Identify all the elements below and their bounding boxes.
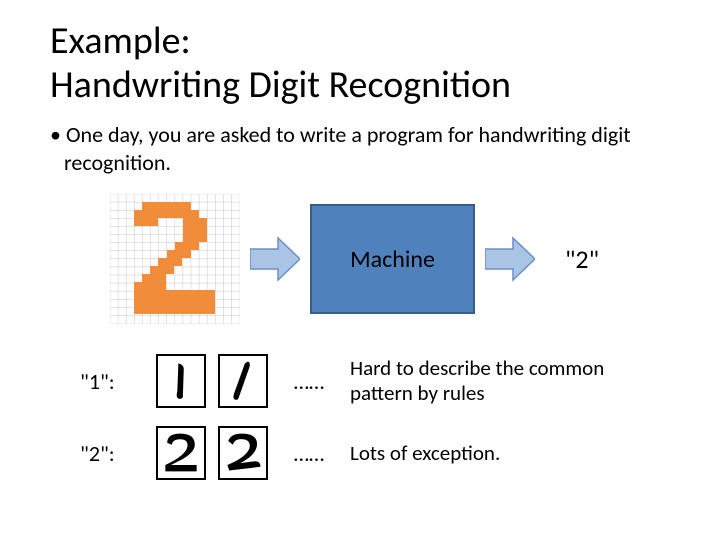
example-row-1: "1": …… Hard to describe the common patt…	[80, 354, 670, 408]
example-2-note: Lots of exception.	[350, 441, 500, 466]
bullet-point: One day, you are asked to write a progra…	[50, 121, 670, 176]
slide-title: Example: Handwriting Digit Recognition	[50, 20, 670, 107]
title-line-1: Example:	[50, 18, 191, 64]
ellipsis: ……	[284, 368, 334, 395]
example-row-2: "2": …… Lots of exception.	[80, 426, 670, 480]
arrow-right-icon	[250, 236, 300, 282]
example-1-label: "1":	[80, 368, 140, 395]
handwritten-one-sample	[156, 354, 206, 408]
handwritten-two-sample	[156, 426, 206, 480]
example-2-label: "2":	[80, 440, 140, 467]
arrow-right-icon	[485, 236, 535, 282]
handwritten-two-sample	[218, 426, 268, 480]
title-line-2: Handwriting Digit Recognition	[50, 62, 511, 108]
diagram-row: Machine "2"	[110, 194, 670, 324]
ellipsis: ……	[284, 440, 334, 467]
pixel-grid-digit-two	[110, 194, 240, 324]
output-label: "2"	[565, 243, 599, 275]
example-1-note: Hard to describe the common pattern by r…	[350, 356, 620, 406]
handwritten-one-sample	[218, 354, 268, 408]
machine-label: Machine	[350, 245, 435, 274]
machine-box: Machine	[310, 204, 475, 314]
